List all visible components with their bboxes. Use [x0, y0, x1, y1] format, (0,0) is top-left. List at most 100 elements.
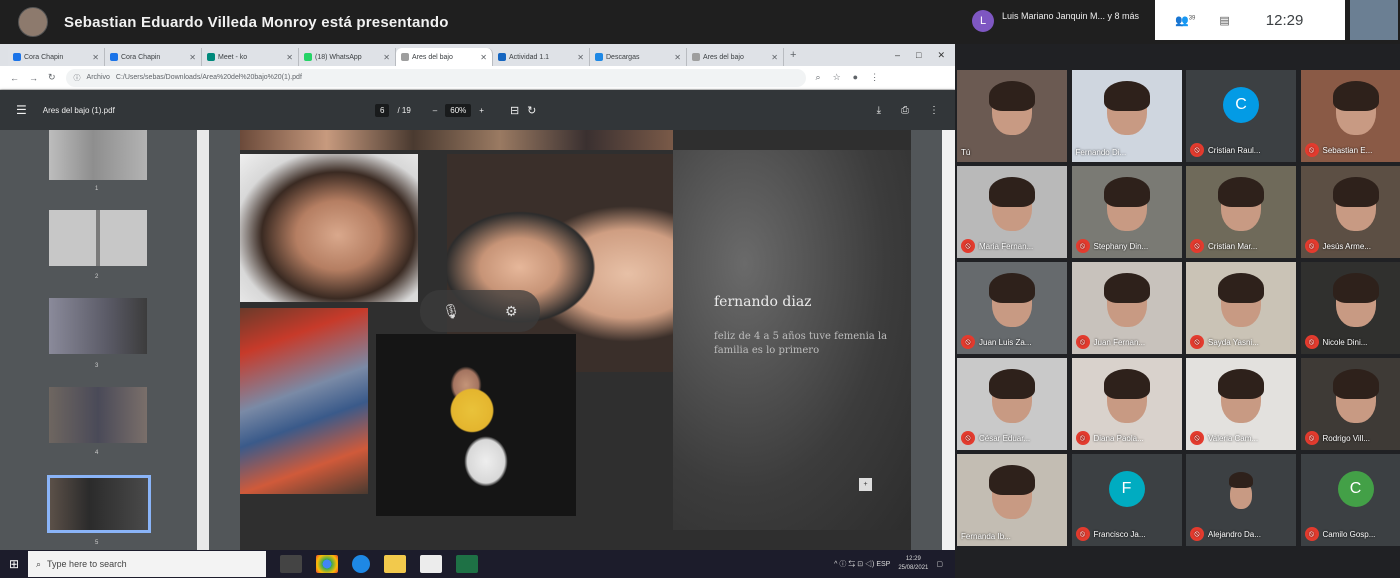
windows-taskbar: ⊞ ⌕ Type here to search ^ ⓘ ⇆ ⊡ ◁) ESP 1… [0, 550, 955, 578]
chrome-icon[interactable] [316, 555, 338, 573]
participant-tile[interactable]: Fernanda Ib... [957, 454, 1067, 546]
clock[interactable]: 12:29 25/08/2021 [898, 555, 928, 573]
rotate-icon[interactable]: ↻ [527, 104, 536, 117]
participant-tile[interactable]: ⦸ Sebastian E... [1300, 70, 1400, 162]
tab-close-icon[interactable]: ✕ [286, 53, 293, 62]
tab-close-icon[interactable]: ✕ [383, 53, 390, 62]
self-view-thumbnail[interactable] [1350, 0, 1398, 40]
participant-tile[interactable]: ⦸ Sayda Yasni... [1186, 262, 1296, 354]
notification-icon[interactable]: ▢ [936, 560, 943, 568]
participant-name-label: ⦸ César Eduar... [961, 431, 1030, 445]
settings-icon[interactable]: ⚙ [505, 303, 518, 320]
pdf-thumbnail-5[interactable] [47, 475, 151, 533]
zoom-out-button[interactable]: – [433, 106, 437, 115]
tray-icons[interactable]: ^ ⓘ ⇆ ⊡ ◁) ESP [834, 559, 890, 569]
pdf-thumbnail-3[interactable] [49, 298, 147, 354]
participant-name: Tú [961, 148, 971, 157]
participant-tile[interactable]: ⦸ Rodrigo Vill... [1300, 358, 1400, 450]
participant-video [1103, 176, 1150, 207]
forward-icon[interactable]: → [29, 73, 38, 83]
page-number-input[interactable]: 6 [375, 103, 390, 117]
pdf-toolbar: ☰ Ares del bajo (1).pdf 6 / 19 – 60% + ⊟… [0, 90, 955, 130]
participant-tile[interactable]: ⦸ Valeria Cam... [1186, 358, 1296, 450]
pdf-thumbnail-4[interactable] [49, 387, 147, 443]
print-icon[interactable]: ⎙ [901, 105, 909, 116]
zoom-in-button[interactable]: + [479, 106, 484, 115]
participant-tile[interactable]: ⦸ Stephany Din... [1071, 166, 1182, 258]
search-placeholder: Type here to search [47, 559, 127, 569]
participant-tile[interactable]: Tú [957, 70, 1067, 162]
tab-close-icon[interactable]: ✕ [771, 53, 778, 62]
search-icon: ⌕ [36, 558, 42, 569]
muted-mic-icon: ⦸ [1304, 239, 1319, 253]
fit-page-icon[interactable]: ⊟ [510, 104, 519, 117]
tab-label: Meet - ko [218, 53, 248, 61]
participant-tile[interactable]: C ⦸ Camilo Gosp... [1300, 454, 1400, 546]
participant-tile[interactable]: ⦸ Alejandro Da... [1186, 454, 1296, 546]
muted-mic-icon: ⦸ [1304, 335, 1319, 349]
participant-tile[interactable]: ⦸ Cristian Mar... [1186, 166, 1296, 258]
photo-child-lying [240, 154, 418, 302]
back-icon[interactable]: ← [10, 73, 19, 83]
participant-name: Valeria Cam... [1208, 433, 1259, 443]
participant-name-label: ⦸ Francisco Ja... [1075, 527, 1146, 541]
pdf-scrollbar[interactable] [942, 130, 955, 550]
browser-tab[interactable]: (18) WhatsApp ✕ [299, 48, 396, 66]
participant-tile[interactable]: Fernando Di... [1071, 70, 1182, 162]
mic-icon[interactable]: 🎙 [442, 303, 460, 320]
participant-tile[interactable]: C ⦸ Cristian Raul... [1186, 70, 1296, 162]
thumbnail-scrollbar[interactable] [197, 130, 209, 550]
participant-name: Fernanda Ib... [961, 532, 1011, 541]
edge-icon[interactable] [352, 555, 370, 573]
windows-start-icon[interactable]: ⊞ [0, 557, 28, 571]
close-window-button[interactable]: ✕ [937, 50, 945, 61]
participant-name: Fernando Di... [1075, 148, 1127, 157]
presenter-avatar [18, 7, 48, 37]
download-icon[interactable]: ⤓ [877, 105, 881, 116]
zoom-search-icon[interactable]: ⌕ [816, 72, 821, 83]
browser-tab[interactable]: Actividad 1.1 ✕ [493, 48, 590, 66]
pdf-more-icon[interactable]: ⋮ [929, 105, 939, 116]
pdf-thumbnail-1[interactable] [49, 130, 147, 180]
browser-menu-icon[interactable]: ⋮ [870, 72, 879, 83]
taskbar-search[interactable]: ⌕ Type here to search [28, 551, 266, 577]
browser-tab[interactable]: Meet - ko ✕ [202, 48, 299, 66]
thumbnail-number: 1 [95, 186, 99, 192]
people-icon[interactable]: 👥39 [1175, 14, 1195, 27]
browser-tab[interactable]: Ares del bajo ✕ [687, 48, 784, 66]
excel-icon[interactable] [456, 555, 478, 573]
url-field[interactable]: ⓘ Archivo C:/Users/sebas/Downloads/Area%… [65, 68, 806, 87]
participant-tile[interactable]: ⦸ César Eduar... [957, 358, 1067, 450]
tab-close-icon[interactable]: ✕ [674, 53, 681, 62]
browser-tab[interactable]: Ares del bajo ✕ [396, 48, 493, 66]
maximize-button[interactable]: □ [916, 50, 921, 61]
tab-close-icon[interactable]: ✕ [189, 53, 196, 62]
chat-icon[interactable]: ▤ [1219, 14, 1229, 27]
minimize-button[interactable]: – [895, 50, 900, 61]
participant-tile[interactable]: ⦸ Juan Fernan... [1071, 262, 1182, 354]
tab-close-icon[interactable]: ✕ [92, 53, 99, 62]
task-view-icon[interactable] [280, 555, 302, 573]
browser-tab[interactable]: Descargas ✕ [590, 48, 687, 66]
participant-avatar: F [1108, 470, 1145, 507]
new-tab-button[interactable]: + [790, 49, 796, 61]
participant-tile[interactable]: F ⦸ Francisco Ja... [1071, 454, 1182, 546]
browser-tab[interactable]: Cora Chapin ✕ [105, 48, 202, 66]
bookmark-star-icon[interactable]: ☆ [833, 72, 841, 83]
participant-tile[interactable]: ⦸ Juan Luis Za... [957, 262, 1067, 354]
profile-icon[interactable]: ● [853, 72, 858, 83]
tab-close-icon[interactable]: ✕ [577, 53, 584, 62]
tab-close-icon[interactable]: ✕ [480, 53, 487, 62]
file-explorer-icon[interactable] [384, 555, 406, 573]
pdf-menu-icon[interactable]: ☰ [16, 103, 27, 117]
pdf-thumbnail-2[interactable] [49, 210, 147, 266]
participant-tile[interactable]: ⦸ Diana Paola... [1071, 358, 1182, 450]
zoom-level[interactable]: 60% [445, 103, 472, 117]
participant-tile[interactable]: ⦸ Jesús Arme... [1300, 166, 1400, 258]
store-icon[interactable] [420, 555, 442, 573]
participant-tile[interactable]: ⦸ Nicole Dini... [1300, 262, 1400, 354]
browser-tab[interactable]: Cora Chapin ✕ [8, 48, 105, 66]
participant-tile[interactable]: ⦸ Maria Fernan... [957, 166, 1067, 258]
participant-name-label: ⦸ Camilo Gosp... [1304, 527, 1375, 541]
reload-icon[interactable]: ↻ [48, 72, 56, 83]
